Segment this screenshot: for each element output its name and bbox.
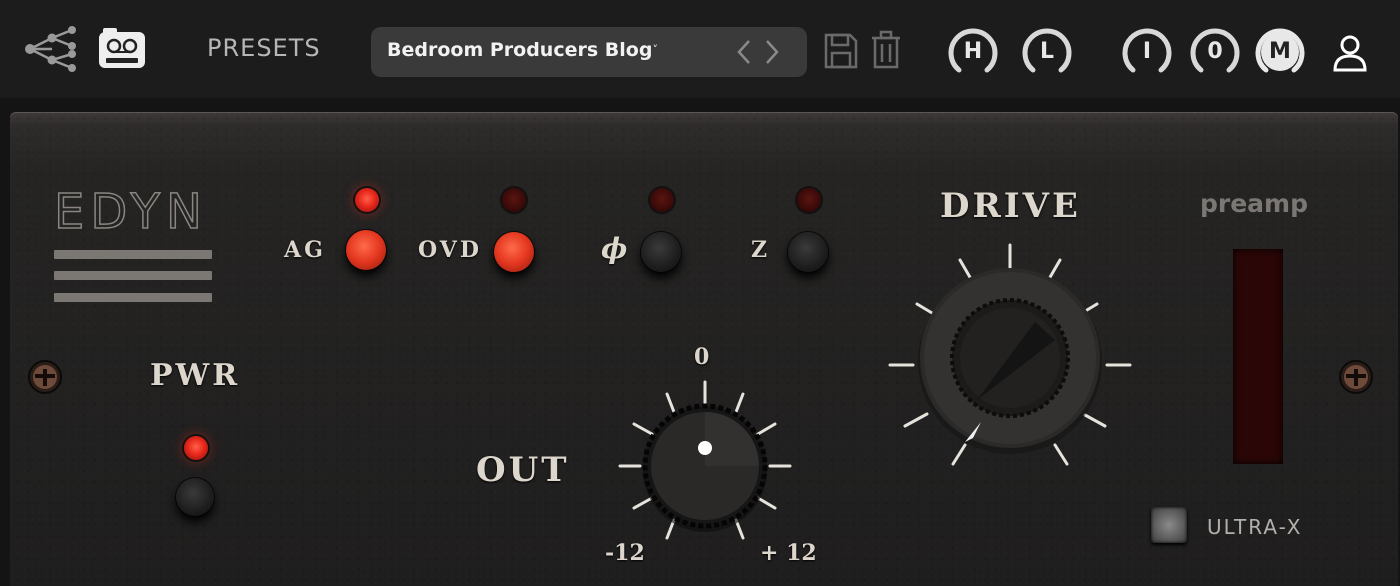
edyn-logo-text: EDYN — [54, 186, 208, 232]
preset-dropdown-caret[interactable]: ˅ — [652, 43, 658, 56]
left-screw-icon — [27, 359, 63, 395]
out-knob[interactable] — [612, 378, 802, 552]
phase-button[interactable] — [641, 232, 681, 272]
right-screw-icon — [1338, 359, 1374, 395]
ovd-button[interactable] — [494, 232, 534, 272]
ovd-label: OVD — [418, 237, 482, 263]
trash-icon[interactable] — [869, 30, 903, 74]
drive-knob[interactable] — [885, 240, 1135, 484]
drive-label: DRIVE — [940, 186, 1081, 226]
phase-led-indicator — [650, 188, 674, 212]
presets-label: PRESETS — [207, 34, 321, 62]
mode-button-l[interactable]: L — [1019, 24, 1075, 80]
z-button[interactable] — [788, 232, 828, 272]
preamp-label: preamp — [1200, 189, 1308, 218]
preset-selector[interactable]: Bedroom Producers Blog˅ — [371, 27, 807, 77]
mode-button-0-label: 0 — [1207, 39, 1223, 64]
ag-button[interactable] — [346, 230, 386, 270]
mode-button-m[interactable]: M — [1252, 24, 1308, 80]
ag-led-indicator — [355, 188, 379, 212]
mode-button-i[interactable]: I — [1119, 24, 1175, 80]
mode-button-m-label: M — [1269, 39, 1291, 64]
pwr-label: PWR — [150, 358, 241, 393]
out-scale-zero: 0 — [694, 344, 710, 370]
chevron-right-icon[interactable] — [766, 40, 779, 64]
mode-button-0[interactable]: 0 — [1187, 24, 1243, 80]
network-share-icon[interactable] — [22, 24, 78, 78]
ultra-x-button[interactable] — [1151, 507, 1187, 543]
output-level-meter — [1233, 249, 1283, 464]
edyn-logo: EDYN — [53, 183, 214, 241]
ovd-led-indicator — [502, 188, 526, 212]
ag-label: AG — [284, 237, 326, 263]
save-icon[interactable] — [823, 32, 859, 74]
preset-nav — [733, 37, 783, 71]
z-label: Z — [751, 237, 771, 263]
mode-button-h[interactable]: H — [945, 24, 1001, 80]
mode-button-l-label: L — [1039, 39, 1055, 64]
top-toolbar: PRESETS Bedroom Producers Blog˅ H L I 0 … — [0, 0, 1400, 98]
user-icon[interactable] — [1331, 34, 1369, 76]
z-led-indicator — [797, 188, 821, 212]
preset-name[interactable]: Bedroom Producers Blog˅ — [387, 39, 658, 61]
pwr-button[interactable] — [176, 478, 214, 516]
mode-button-i-label: I — [1142, 39, 1152, 64]
chevron-left-icon[interactable] — [737, 40, 750, 64]
pwr-led-indicator — [184, 436, 208, 460]
phase-label: ϕ — [601, 232, 631, 265]
tape-recorder-icon[interactable] — [97, 26, 147, 74]
mode-button-h-label: H — [963, 39, 983, 64]
ultra-x-label: ULTRA-X — [1207, 515, 1303, 539]
out-label: OUT — [476, 450, 570, 490]
preset-name-text: Bedroom Producers Blog — [387, 39, 653, 61]
